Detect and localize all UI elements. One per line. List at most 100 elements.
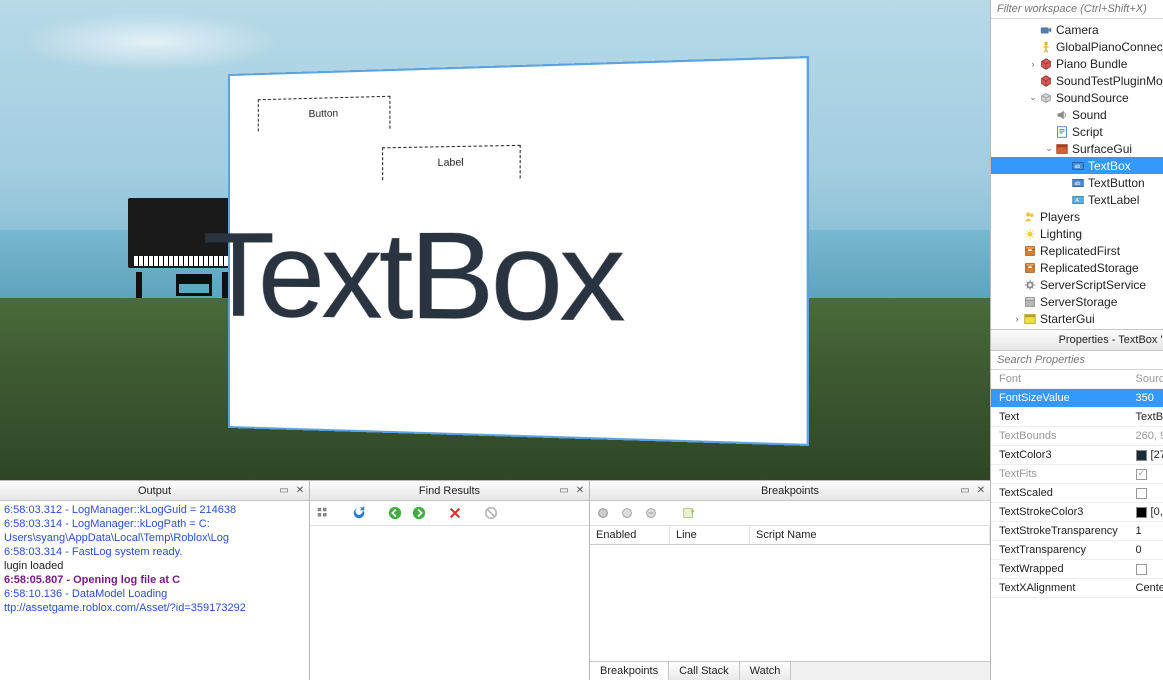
tree-item-globalpianoconnector[interactable]: GlobalPianoConnector <box>991 38 1163 55</box>
property-key: TextStrokeColor3 <box>991 506 1130 518</box>
column-header[interactable]: Enabled <box>590 526 670 544</box>
output-line: 6:58:05.807 - Opening log file at C <box>4 573 305 587</box>
output-line: Users\syang\AppData\Local\Temp\Roblox\Lo… <box>4 531 305 545</box>
undock-icon[interactable]: ▭ <box>958 483 972 497</box>
breakpoints-toolbar <box>590 501 990 526</box>
gear-icon <box>1023 278 1037 292</box>
tree-item-label: ReplicatedFirst <box>1040 244 1120 258</box>
property-value[interactable]: 1 <box>1130 525 1163 537</box>
tree-item-textlabel[interactable]: TextLabel <box>991 191 1163 208</box>
tree-item-surfacegui[interactable]: ⌄ SurfaceGui <box>991 140 1163 157</box>
tree-item-replicatedfirst[interactable]: ReplicatedFirst <box>991 242 1163 259</box>
output-line: ttp://assetgame.roblox.com/Asset/?id=359… <box>4 601 305 615</box>
property-row-textstrokecolor3[interactable]: TextStrokeColor3[0, 0, 0] <box>991 503 1163 522</box>
property-value <box>1130 469 1163 480</box>
close-icon[interactable]: ✕ <box>293 483 307 497</box>
property-row-textstroketransparency[interactable]: TextStrokeTransparency1 <box>991 522 1163 541</box>
property-key: TextBounds <box>991 430 1130 442</box>
bp-toggle-icon[interactable] <box>618 504 636 522</box>
expand-toggle[interactable]: › <box>1027 59 1039 69</box>
tree-item-textbox[interactable]: TextBox <box>991 157 1163 174</box>
expand-toggle[interactable]: ⌄ <box>1027 92 1039 103</box>
find-results-header[interactable]: Find Results ▭ ✕ <box>310 481 589 501</box>
tree-item-label: ReplicatedStorage <box>1040 261 1139 275</box>
clear-icon[interactable] <box>446 504 464 522</box>
property-row-text[interactable]: TextTextBox <box>991 408 1163 427</box>
tree-item-soundsource[interactable]: ⌄ SoundSource <box>991 89 1163 106</box>
output-body[interactable]: 6:58:03.312 - LogManager::kLogGuid = 214… <box>0 501 309 680</box>
tree-item-serverstorage[interactable]: ServerStorage <box>991 293 1163 310</box>
explorer-search-input[interactable] <box>991 0 1163 19</box>
property-row-fontsizevalue[interactable]: FontSizeValue350 <box>991 389 1163 408</box>
find-results-body[interactable] <box>310 526 589 680</box>
tree-item-soundtestpluginmodel[interactable]: SoundTestPluginModel <box>991 72 1163 89</box>
players-icon <box>1023 210 1037 224</box>
tree-item-label: SoundSource <box>1056 91 1129 105</box>
property-key: TextTransparency <box>991 544 1130 556</box>
tree-item-label: TextLabel <box>1088 193 1139 207</box>
property-row-textwrapped[interactable]: TextWrapped <box>991 560 1163 579</box>
property-value[interactable]: [0, 0, 0] <box>1130 506 1163 518</box>
prev-icon[interactable] <box>386 504 404 522</box>
column-header[interactable]: Line <box>670 526 750 544</box>
tree-item-label: ServerStorage <box>1040 295 1117 309</box>
tree-item-replicatedstorage[interactable]: ReplicatedStorage <box>991 259 1163 276</box>
property-value[interactable] <box>1130 488 1163 499</box>
debug-tab[interactable]: Watch <box>740 662 792 680</box>
property-row-textscaled[interactable]: TextScaled <box>991 484 1163 503</box>
tree-item-startergui[interactable]: ›StarterGui <box>991 310 1163 327</box>
property-value[interactable]: 0 <box>1130 544 1163 556</box>
tree-item-camera[interactable]: Camera <box>991 21 1163 38</box>
tree-item-sound[interactable]: Sound <box>991 106 1163 123</box>
undock-icon[interactable]: ▭ <box>557 483 571 497</box>
property-row-textxalignment[interactable]: TextXAlignmentCenter <box>991 579 1163 598</box>
tree-item-label: TextBox <box>1088 159 1131 173</box>
checkbox[interactable] <box>1136 564 1147 575</box>
explorer-tree[interactable]: CameraGlobalPianoConnector›Piano BundleS… <box>991 19 1163 329</box>
property-row-textcolor3[interactable]: TextColor3[27, 42, 53] <box>991 446 1163 465</box>
tree-item-piano-bundle[interactable]: ›Piano Bundle <box>991 55 1163 72</box>
refresh-icon[interactable] <box>350 504 368 522</box>
tree-item-label: SurfaceGui <box>1072 142 1132 156</box>
property-row-texttransparency[interactable]: TextTransparency0 <box>991 541 1163 560</box>
output-header[interactable]: Output ▭ ✕ <box>0 481 309 501</box>
next-icon[interactable] <box>410 504 428 522</box>
property-value[interactable] <box>1130 564 1163 575</box>
close-icon[interactable]: ✕ <box>974 483 988 497</box>
output-line: lugin loaded <box>4 559 305 573</box>
explorer-panel: CameraGlobalPianoConnector›Piano BundleS… <box>991 0 1163 329</box>
output-line: 6:58:03.312 - LogManager::kLogGuid = 214… <box>4 503 305 517</box>
property-value[interactable]: TextBox <box>1130 411 1163 423</box>
property-value[interactable]: 350 <box>1130 392 1163 404</box>
properties-search-input[interactable] <box>991 351 1163 370</box>
tree-item-serverscriptservice[interactable]: ServerScriptService <box>991 276 1163 293</box>
tree-item-textbutton[interactable]: TextButton <box>991 174 1163 191</box>
expand-toggle[interactable]: › <box>1011 314 1023 324</box>
sound-icon <box>1055 108 1069 122</box>
textlabel-icon <box>1071 193 1085 207</box>
property-key: TextWrapped <box>991 563 1130 575</box>
properties-panel: FontSourceSansFontSizeValue350TextTextBo… <box>991 351 1163 680</box>
expand-toggle[interactable]: ⌄ <box>1043 143 1055 154</box>
undock-icon[interactable]: ▭ <box>277 483 291 497</box>
tree-item-lighting[interactable]: Lighting <box>991 225 1163 242</box>
storage2-icon <box>1023 295 1037 309</box>
property-key: TextFits <box>991 468 1130 480</box>
properties-grid[interactable]: FontSourceSansFontSizeValue350TextTextBo… <box>991 370 1163 680</box>
bp-new-icon[interactable] <box>594 504 612 522</box>
debug-tab[interactable]: Breakpoints <box>590 662 669 680</box>
close-icon[interactable]: ✕ <box>573 483 587 497</box>
property-value[interactable]: Center <box>1130 582 1163 594</box>
3d-viewport[interactable]: Button Label TextBox <box>0 0 990 480</box>
breakpoints-header[interactable]: Breakpoints ▭ ✕ <box>590 481 990 501</box>
tree-item-script[interactable]: Script <box>991 123 1163 140</box>
properties-header[interactable]: Properties - TextBox "TextBox" ▭ ✕ <box>991 329 1163 351</box>
bp-delete-icon[interactable] <box>642 504 660 522</box>
property-value[interactable]: [27, 42, 53] <box>1130 449 1163 461</box>
checkbox[interactable] <box>1136 488 1147 499</box>
tree-item-players[interactable]: Players <box>991 208 1163 225</box>
find-all-icon[interactable] <box>314 504 332 522</box>
bp-goto-icon[interactable] <box>680 504 698 522</box>
debug-tab[interactable]: Call Stack <box>669 662 740 680</box>
column-header[interactable]: Script Name <box>750 526 990 544</box>
